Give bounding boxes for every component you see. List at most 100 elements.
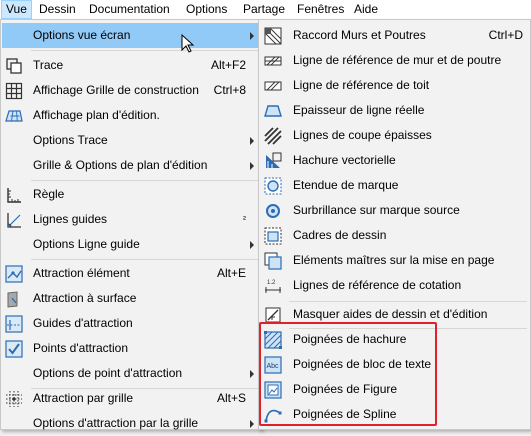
- menu-item-label: Attraction élément: [33, 266, 130, 280]
- menu-item-options-attraction-grille[interactable]: Options d'attraction par la grille: [2, 411, 260, 436]
- menu-documentation[interactable]: Documentation: [89, 0, 170, 19]
- bold-cut-lines-icon: [264, 127, 282, 145]
- submenu-item-lignes-reference-cotation[interactable]: 1.2 Lignes de référence de cotation: [260, 273, 529, 298]
- menu-item-trace[interactable]: Trace Alt+F2: [2, 53, 260, 78]
- menu-item-label: Lignes de référence de cotation: [293, 278, 462, 292]
- menu-item-label: Lignes guides: [33, 212, 108, 226]
- menu-item-label: Trace: [33, 58, 64, 72]
- submenu-item-surbrillance-marque[interactable]: Surbrillance sur marque source: [260, 198, 529, 223]
- menu-item-label: Lignes de coupe épaisses: [293, 128, 432, 142]
- menu-item-shortcut: Alt+E: [216, 266, 246, 280]
- edit-plane-icon: [5, 107, 23, 125]
- submenu-item-ligne-reference-mur[interactable]: Ligne de référence de mur et de poutre: [260, 48, 529, 73]
- vue-menu: Options vue écran Trace Alt+F2 Affichage…: [0, 19, 262, 430]
- menu-item-lignes-guides[interactable]: Lignes guides ²: [2, 207, 260, 232]
- menu-item-shortcut: Alt+S: [216, 391, 246, 405]
- menu-options[interactable]: Options: [186, 0, 227, 19]
- menu-item-attraction-element[interactable]: Attraction élément Alt+E: [2, 261, 260, 286]
- source-marker-highlight-icon: [264, 202, 282, 220]
- menu-item-affichage-plan[interactable]: Affichage plan d'édition.: [2, 103, 260, 128]
- menu-item-label: Attraction à surface: [33, 291, 137, 305]
- menu-item-affichage-grille[interactable]: Affichage Grille de construction Ctrl+8: [2, 78, 260, 103]
- menu-divider: [31, 259, 258, 260]
- menu-fenetres[interactable]: Fenêtres: [297, 0, 344, 19]
- submenu-item-cadres-dessin[interactable]: Cadres de dessin: [260, 223, 529, 248]
- submenu-item-raccord-murs-poutres[interactable]: Raccord Murs et Poutres Ctrl+D: [260, 23, 529, 48]
- wall-beam-join-icon: [264, 27, 282, 45]
- menu-item-label: Cadres de dessin: [293, 228, 387, 242]
- snap-points-icon: [5, 340, 23, 358]
- submenu-arrow-icon: [250, 162, 254, 170]
- wall-reference-line-icon: [264, 52, 282, 70]
- ruler-icon: [5, 186, 23, 204]
- menu-item-label: Ligne de référence de toit: [293, 78, 430, 92]
- true-line-weight-icon: [264, 102, 282, 120]
- mouse-cursor-icon: [181, 33, 195, 54]
- submenu-arrow-icon: [250, 370, 254, 378]
- submenu-item-ligne-reference-toit[interactable]: Ligne de référence de toit: [260, 73, 529, 98]
- trace-icon: [5, 57, 23, 75]
- menu-item-guides-attraction[interactable]: Guides d'attraction: [2, 311, 260, 336]
- menu-item-shortcut: ²: [243, 214, 246, 224]
- menu-partage[interactable]: Partage: [243, 0, 285, 19]
- menu-item-label: Affichage plan d'édition.: [33, 108, 160, 122]
- master-elements-icon: [264, 252, 282, 270]
- submenu-arrow-icon: [250, 137, 254, 145]
- snap-guides-icon: [5, 315, 23, 333]
- menu-item-label: Règle: [33, 187, 65, 201]
- marker-range-icon: [264, 177, 282, 195]
- submenu-arrow-icon: [250, 241, 254, 249]
- menu-dessin[interactable]: Dessin: [39, 0, 76, 19]
- menu-item-options-point-attraction[interactable]: Options de point d'attraction: [2, 361, 260, 386]
- menu-item-label: Options Trace: [33, 133, 108, 147]
- menu-item-attraction-grille[interactable]: Attraction par grille Alt+S: [2, 386, 260, 411]
- submenu-item-hachure-vectorielle[interactable]: Hachure vectorielle: [260, 148, 529, 173]
- submenu-arrow-icon: [250, 420, 254, 428]
- menu-item-label: Etendue de marque: [293, 178, 399, 192]
- menu-item-grille-options[interactable]: Grille & Options de plan d'édition: [2, 153, 260, 178]
- menu-item-label: Hachure vectorielle: [293, 153, 396, 167]
- menu-item-label: Surbrillance sur marque source: [293, 203, 460, 217]
- menu-item-shortcut: Ctrl+8: [213, 83, 246, 97]
- menu-item-attraction-surface[interactable]: Attraction à surface: [2, 286, 260, 311]
- menu-item-options-ligne-guide[interactable]: Options Ligne guide: [2, 232, 260, 257]
- menu-item-label: Eléments maîtres sur la mise en page: [293, 253, 495, 267]
- submenu-item-elements-maitres[interactable]: Eléments maîtres sur la mise en page: [260, 248, 529, 273]
- menu-item-shortcut: Alt+F2: [210, 58, 246, 72]
- menu-item-points-attraction[interactable]: Points d'attraction: [2, 336, 260, 361]
- menu-divider: [31, 50, 258, 51]
- menu-item-label: Options d'attraction par la grille: [33, 416, 199, 430]
- menu-item-options-trace[interactable]: Options Trace: [2, 128, 260, 153]
- menu-bar: Vue Dessin Documentation Options Partage…: [0, 0, 531, 20]
- menu-vue[interactable]: Vue: [1, 0, 32, 19]
- menu-item-label: Points d'attraction: [33, 341, 129, 355]
- element-snap-icon: [5, 265, 23, 283]
- menu-item-options-vue-ecran[interactable]: Options vue écran: [2, 23, 260, 48]
- menu-item-label: Options vue écran: [33, 28, 131, 42]
- menu-item-label: Attraction par grille: [33, 391, 134, 405]
- menu-item-label: Options Ligne guide: [33, 237, 140, 251]
- svg-text:1.2: 1.2: [267, 280, 276, 286]
- menu-aide[interactable]: Aide: [354, 0, 378, 19]
- guide-lines-icon: [5, 211, 23, 229]
- menu-item-regle[interactable]: Règle: [2, 182, 260, 207]
- submenu-arrow-icon: [250, 32, 254, 40]
- surface-snap-icon: [5, 290, 23, 308]
- submenu-item-epaisseur-ligne[interactable]: Epaisseur de ligne réelle: [260, 98, 529, 123]
- grid-icon: [5, 82, 23, 100]
- menu-divider: [31, 180, 258, 181]
- menu-item-label: Epaisseur de ligne réelle: [293, 103, 425, 117]
- dimension-reference-lines-icon: 1.2: [264, 277, 282, 295]
- vectorial-hatch-icon: [264, 152, 282, 170]
- roof-reference-line-icon: [264, 77, 282, 95]
- menu-item-label: Raccord Murs et Poutres: [293, 28, 426, 42]
- submenu-item-etendue-marque[interactable]: Etendue de marque: [260, 173, 529, 198]
- submenu-item-lignes-coupe[interactable]: Lignes de coupe épaisses: [260, 123, 529, 148]
- menu-item-label: Affichage Grille de construction: [33, 83, 199, 97]
- drawing-frames-icon: [264, 227, 282, 245]
- menu-item-label: Options de point d'attraction: [33, 366, 183, 380]
- menu-item-shortcut: Ctrl+D: [488, 28, 523, 42]
- menu-item-label: Ligne de référence de mur et de poutre: [293, 53, 502, 67]
- grid-snap-icon: [5, 390, 23, 408]
- menu-item-label: Guides d'attraction: [33, 316, 133, 330]
